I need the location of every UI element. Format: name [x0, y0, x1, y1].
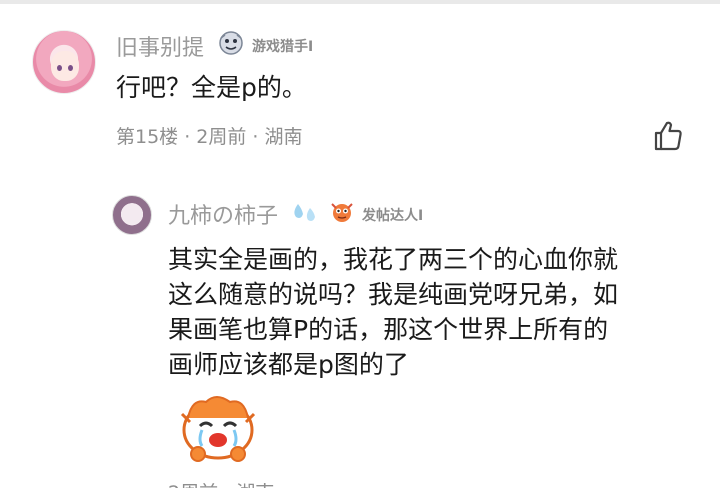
reply-username[interactable]: 九柿の柿子 — [168, 198, 278, 230]
reply-text-line: 果画笔也算P的话，那这个世界上所有的 — [168, 315, 609, 344]
comment-badge-label: 游戏猎手Ⅰ — [252, 39, 314, 55]
avatar-eye-right — [68, 65, 73, 71]
comment-meta: 第15楼 · 2周前 · 湖南 — [116, 126, 303, 148]
reply-text: 其实全是画的，我花了两三个的心血你就 这么随意的说吗？我是纯画党呀兄弟，如 果画… — [168, 242, 618, 382]
sweat-droplets-icon — [294, 204, 315, 221]
avatar[interactable] — [32, 30, 96, 94]
reply-text-line: 画师应该都是p图的了 — [168, 350, 409, 379]
reply-text-line: 这么随意的说吗？我是纯画党呀兄弟，如 — [168, 280, 619, 309]
avatar-face — [51, 51, 79, 81]
reply-avatar[interactable] — [112, 195, 152, 235]
comment-username[interactable]: 旧事别提 — [116, 30, 204, 62]
crying-cat-sticker — [180, 396, 256, 462]
reply-badge-label: 发帖达人Ⅰ — [362, 208, 424, 224]
reply-text-line: 其实全是画的，我花了两三个的心血你就 — [168, 245, 619, 274]
top-divider — [0, 0, 720, 4]
reply-meta: 2周前 · 湖南 — [168, 478, 274, 488]
ghost-badge-icon — [219, 31, 243, 55]
avatar-eye-left — [57, 65, 62, 71]
comment-text: 行吧？全是p的。 — [116, 73, 307, 102]
thumbs-up-icon[interactable] — [650, 118, 686, 154]
crab-badge-icon — [331, 203, 353, 222]
